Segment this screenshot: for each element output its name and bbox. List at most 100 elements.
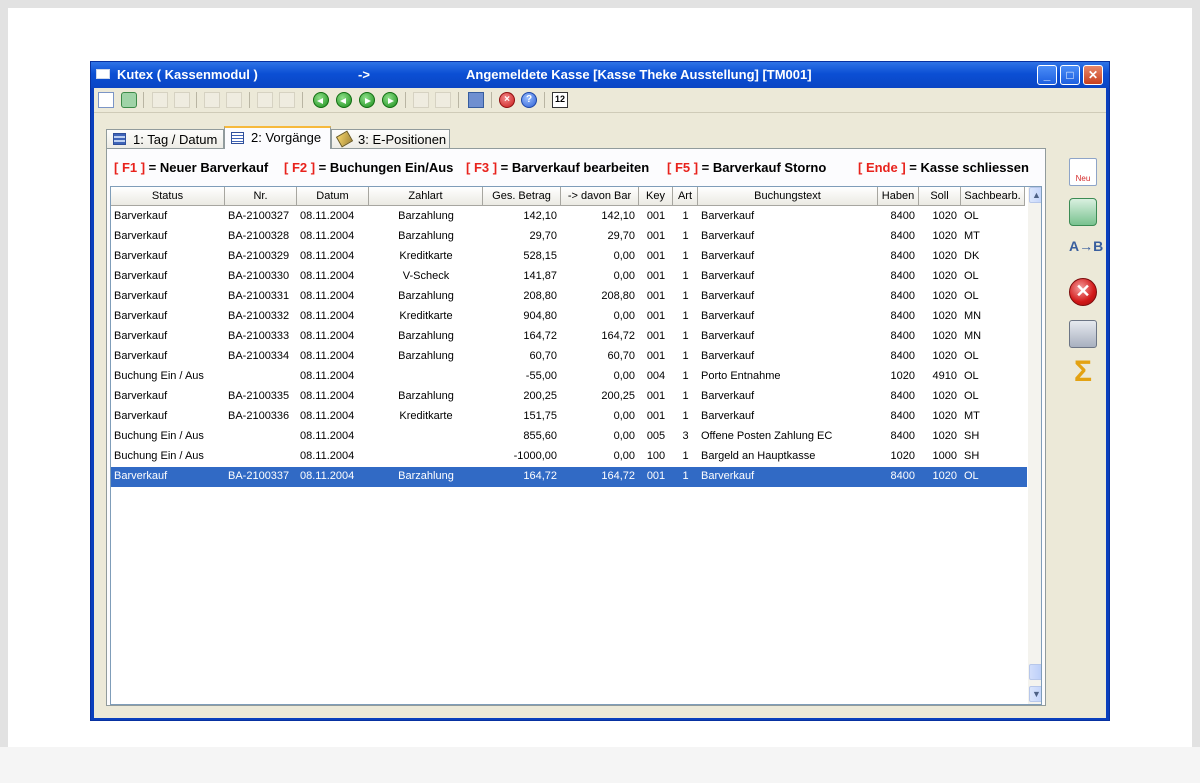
cell-sachbearb: OL [964,350,979,362]
hotkey-desc: = Barverkauf bearbeiten [497,160,650,175]
cell-art: 1 [682,390,689,402]
scroll-up-button[interactable]: ▲ [1029,187,1041,203]
toolbar-placeholder-button[interactable] [226,92,242,108]
cell-buchungstext: Barverkauf [701,290,755,302]
cell-status: Barverkauf [114,270,168,282]
cell-sachbearb: OL [964,370,979,382]
toolbar-placeholder-button[interactable] [279,92,295,108]
column-header-art[interactable]: Art [673,187,698,206]
table-row[interactable]: Buchung Ein / Aus 08.11.2004 -1000,00 0,00 1… [111,447,1027,467]
cell-ges-betrag: 855,60 [523,430,557,442]
tab-e-positionen[interactable]: 3: E-Positionen [331,129,450,149]
toolbar-placeholder-button[interactable] [152,92,168,108]
toolbar-placeholder-button[interactable] [413,92,429,108]
cell-art: 1 [682,350,689,362]
column-header-davon-bar[interactable]: -> davon Bar [561,187,639,206]
recycle-icon[interactable] [1069,198,1097,226]
table-row[interactable]: Barverkauf BA-2100327 08.11.2004 Barzahlung… [111,207,1027,227]
column-header-datum[interactable]: Datum [297,187,369,206]
toolbar-separator [405,92,406,108]
cell-datum: 08.11.2004 [300,210,355,222]
table-row[interactable]: Barverkauf BA-2100329 08.11.2004 Kreditkart… [111,247,1027,267]
table-row[interactable]: Buchung Ein / Aus 08.11.2004 -55,00 0,00 004… [111,367,1027,387]
column-header-status[interactable]: Status [111,187,225,206]
toolbar-placeholder-button[interactable] [204,92,220,108]
table-row[interactable]: Barverkauf BA-2100336 08.11.2004 Kreditkart… [111,407,1027,427]
calendar-icon[interactable]: 12 [552,92,568,108]
column-header-nr[interactable]: Nr. [225,187,297,206]
next-record-icon[interactable] [359,92,375,108]
cell-davon-bar: 0,00 [613,410,635,422]
table-row[interactable]: Barverkauf BA-2100334 08.11.2004 Barzahlung… [111,347,1027,367]
hotkey-desc: = Barverkauf Storno [698,160,827,175]
cell-haben: 1020 [890,370,915,382]
sum-icon[interactable]: Σ [1069,357,1097,387]
cancel-icon[interactable]: ✕ [1069,278,1097,306]
new-document-icon[interactable]: Neu [1069,158,1097,186]
scroll-thumb[interactable] [1029,664,1041,680]
book-icon[interactable] [468,92,484,108]
hotkey-desc: = Buchungen Ein/Aus [315,160,454,175]
last-record-icon[interactable] [382,92,398,108]
cell-haben: 8400 [890,210,915,222]
cell-datum: 08.11.2004 [300,230,355,242]
column-header-soll[interactable]: Soll [919,187,961,206]
cell-art: 1 [682,410,689,422]
toolbar-placeholder-button[interactable] [257,92,273,108]
printer-icon[interactable] [1069,320,1097,348]
table-row[interactable]: Barverkauf BA-2100332 08.11.2004 Kreditkart… [111,307,1027,327]
maximize-button[interactable]: □ [1060,65,1080,85]
column-header-sachbearb[interactable]: Sachbearb. [961,187,1025,206]
column-header-key[interactable]: Key [639,187,673,206]
recycle-icon[interactable] [121,92,137,108]
new-document-icon[interactable] [98,92,114,108]
cell-buchungstext: Barverkauf [701,350,755,362]
column-header-zahlart[interactable]: Zahlart [369,187,483,206]
tab-label: 2: Vorgänge [251,130,322,145]
app-window: Kutex ( Kassenmodul ) -> Angemeldete Kas… [90,61,1110,721]
cell-buchungstext: Bargeld an Hauptkasse [701,450,816,462]
table-row[interactable]: Barverkauf BA-2100331 08.11.2004 Barzahlung… [111,287,1027,307]
cancel-icon[interactable]: × [499,92,515,108]
column-header-haben[interactable]: Haben [878,187,919,206]
table-row[interactable]: Barverkauf BA-2100330 08.11.2004 V-Scheck 14… [111,267,1027,287]
cell-sachbearb: OL [964,470,979,482]
cell-art: 1 [682,210,689,222]
close-button[interactable]: ✕ [1083,65,1103,85]
previous-record-icon[interactable] [336,92,352,108]
toolbar-separator [544,92,545,108]
help-icon[interactable]: ? [521,92,537,108]
hotkey-f1: [ F1 ] = Neuer Barverkauf [114,160,268,175]
toolbar-placeholder-button[interactable] [435,92,451,108]
first-record-icon[interactable] [313,92,329,108]
cell-zahlart: Barzahlung [398,230,454,242]
table-row[interactable]: Buchung Ein / Aus 08.11.2004 855,60 0,00 005… [111,427,1027,447]
cell-art: 1 [682,270,689,282]
cell-davon-bar: 0,00 [613,450,635,462]
cell-davon-bar: 29,70 [607,230,635,242]
table-row[interactable]: Barverkauf BA-2100335 08.11.2004 Barzahlung… [111,387,1027,407]
scroll-down-button[interactable]: ▼ [1029,686,1041,702]
table-row[interactable]: Barverkauf BA-2100328 08.11.2004 Barzahlung… [111,227,1027,247]
column-header-buchungstext[interactable]: Buchungstext [698,187,878,206]
cell-sachbearb: MT [964,230,980,242]
toolbar-placeholder-button[interactable] [174,92,190,108]
minimize-button[interactable]: _ [1037,65,1057,85]
transactions-grid: Status Nr. Datum Zahlart Ges. Betrag -> davon… [110,186,1042,705]
cell-soll: 1020 [932,390,957,402]
table-row[interactable]: Barverkauf BA-2100337 08.11.2004 Barzahlung… [111,467,1027,487]
cell-datum: 08.11.2004 [300,250,355,262]
swap-ab-icon[interactable]: A→B [1069,238,1103,266]
cell-zahlart: Barzahlung [398,290,454,302]
cell-haben: 8400 [890,270,915,282]
title-bar[interactable]: Kutex ( Kassenmodul ) -> Angemeldete Kas… [91,62,1109,88]
table-row[interactable]: Barverkauf BA-2100333 08.11.2004 Barzahlung… [111,327,1027,347]
app-window-icon [96,69,110,79]
tab-tag-datum[interactable]: 1: Tag / Datum [106,129,224,149]
vertical-scrollbar[interactable]: ▲ ▼ [1028,187,1041,704]
cell-soll: 1020 [932,350,957,362]
column-header-ges-betrag[interactable]: Ges. Betrag [483,187,561,206]
toolbar-separator [491,92,492,108]
tab-vorgaenge[interactable]: 2: Vorgänge [224,126,331,149]
cell-ges-betrag: 142,10 [523,210,557,222]
